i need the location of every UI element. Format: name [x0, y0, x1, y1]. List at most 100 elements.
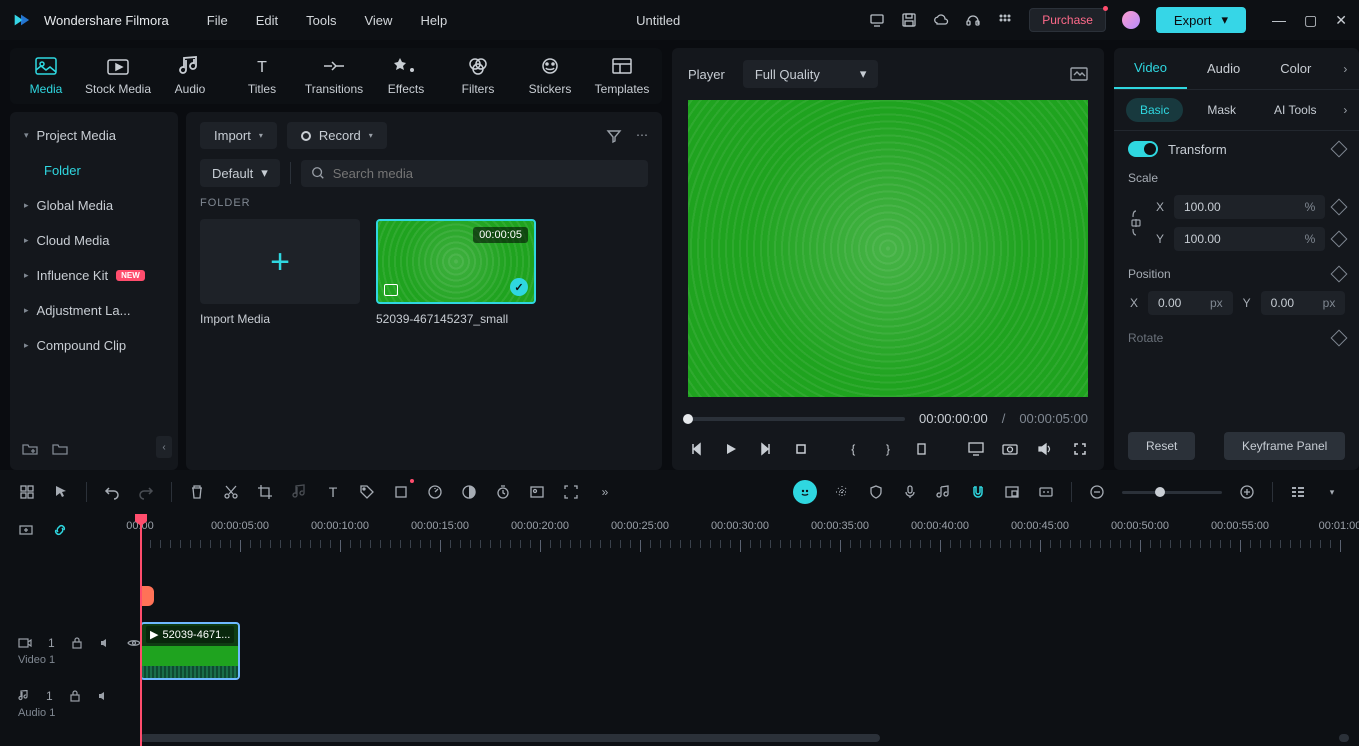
tab-titles[interactable]: TTitles: [226, 56, 298, 104]
export-button[interactable]: Export▾: [1156, 7, 1246, 33]
tab-transitions[interactable]: Transitions: [298, 56, 370, 104]
fullscreen-icon[interactable]: [1071, 440, 1088, 458]
sidebar-item-global-media[interactable]: ▸Global Media: [10, 188, 178, 223]
link-xy-icon[interactable]: [1128, 208, 1144, 238]
record-dropdown[interactable]: Record▾: [287, 122, 387, 149]
add-track-icon[interactable]: [18, 522, 34, 538]
play-button[interactable]: [723, 440, 740, 458]
inspector-tab-color[interactable]: Color: [1260, 49, 1331, 88]
subtab-ai-tools[interactable]: AI Tools: [1260, 98, 1330, 122]
view-mode-icon[interactable]: [1289, 483, 1307, 501]
scale-x-input[interactable]: 100.00%: [1174, 195, 1325, 219]
grid-icon[interactable]: [18, 483, 36, 501]
timeline-clip[interactable]: ▶52039-4671...: [140, 622, 240, 680]
keyframe-tool-icon[interactable]: [392, 483, 410, 501]
keyframe-panel-button[interactable]: Keyframe Panel: [1224, 432, 1345, 460]
menu-view[interactable]: View: [364, 13, 392, 28]
sidebar-item-compound-clip[interactable]: ▸Compound Clip: [10, 328, 178, 363]
zoom-slider[interactable]: [1122, 491, 1222, 494]
crop-icon[interactable]: [256, 483, 274, 501]
transform-toggle[interactable]: [1128, 141, 1158, 157]
avatar[interactable]: [1122, 11, 1140, 29]
sidebar-item-cloud-media[interactable]: ▸Cloud Media: [10, 223, 178, 258]
filter-icon[interactable]: [606, 128, 622, 144]
lock-icon[interactable]: [71, 637, 83, 649]
position-x-input[interactable]: 0.00px: [1148, 291, 1233, 315]
caption-icon[interactable]: [1037, 483, 1055, 501]
device-icon[interactable]: [869, 12, 885, 28]
redo-icon[interactable]: [137, 483, 155, 501]
more-tools-icon[interactable]: »: [596, 483, 614, 501]
minimize-button[interactable]: —: [1272, 12, 1286, 29]
keyframe-icon[interactable]: [1331, 199, 1348, 216]
next-frame-button[interactable]: [757, 440, 774, 458]
zoom-out-icon[interactable]: [1088, 483, 1106, 501]
mark-in-button[interactable]: {: [845, 440, 862, 458]
subtab-basic[interactable]: Basic: [1126, 98, 1183, 122]
sidebar-item-folder[interactable]: Folder: [10, 153, 178, 188]
focus-icon[interactable]: [562, 483, 580, 501]
seek-slider[interactable]: [688, 417, 905, 421]
prev-frame-button[interactable]: [688, 440, 705, 458]
position-y-input[interactable]: 0.00px: [1261, 291, 1346, 315]
tab-effects[interactable]: Effects: [370, 56, 442, 104]
tab-audio[interactable]: Audio: [154, 56, 226, 104]
keyframe-icon[interactable]: [1331, 231, 1348, 248]
snapshot-icon[interactable]: [1070, 66, 1088, 82]
audio-track-icon[interactable]: [935, 483, 953, 501]
subtab-more-icon[interactable]: ›: [1343, 103, 1347, 117]
display-icon[interactable]: [967, 440, 984, 458]
tab-stickers[interactable]: Stickers: [514, 56, 586, 104]
subtab-mask[interactable]: Mask: [1193, 98, 1250, 122]
ai-assistant-icon[interactable]: [793, 480, 817, 504]
keyframe-icon[interactable]: [1331, 141, 1348, 158]
lock-icon[interactable]: [69, 690, 81, 702]
tag-icon[interactable]: [358, 483, 376, 501]
magnet-icon[interactable]: [969, 483, 987, 501]
inspector-tab-audio[interactable]: Audio: [1187, 49, 1260, 88]
tab-templates[interactable]: Templates: [586, 56, 658, 104]
marker-dropdown[interactable]: [914, 440, 931, 458]
keyframe-icon[interactable]: [1331, 330, 1348, 347]
more-icon[interactable]: ⋯: [636, 128, 648, 144]
sidebar-item-project-media[interactable]: ▾Project Media: [10, 118, 178, 153]
reset-button[interactable]: Reset: [1128, 432, 1195, 460]
menu-help[interactable]: Help: [420, 13, 447, 28]
timer-icon[interactable]: [494, 483, 512, 501]
timeline-scrollbar[interactable]: [140, 734, 1349, 744]
apps-icon[interactable]: [997, 12, 1013, 28]
scale-y-input[interactable]: 100.00%: [1174, 227, 1325, 251]
import-media-tile[interactable]: + Import Media: [200, 219, 360, 326]
search-input[interactable]: [333, 166, 638, 181]
purchase-button[interactable]: Purchase: [1029, 8, 1106, 32]
cut-icon[interactable]: [222, 483, 240, 501]
menu-file[interactable]: File: [207, 13, 228, 28]
trim-handle[interactable]: [140, 586, 154, 606]
inspector-tab-video[interactable]: Video: [1114, 48, 1187, 89]
keyframe-icon[interactable]: [1331, 266, 1348, 283]
save-icon[interactable]: [901, 12, 917, 28]
speed-icon[interactable]: [426, 483, 444, 501]
volume-icon[interactable]: [1037, 440, 1054, 458]
playhead[interactable]: [140, 514, 142, 746]
tab-media[interactable]: Media: [10, 56, 82, 104]
quality-dropdown[interactable]: Full Quality▾: [743, 60, 879, 88]
cloud-icon[interactable]: [933, 12, 949, 28]
sidebar-item-influence-kit[interactable]: ▸Influence KitNEW: [10, 258, 178, 293]
seek-handle[interactable]: [683, 414, 693, 424]
music-icon[interactable]: [290, 483, 308, 501]
inspector-more-icon[interactable]: ›: [1331, 62, 1359, 76]
delete-icon[interactable]: [188, 483, 206, 501]
maximize-button[interactable]: ▢: [1304, 12, 1317, 29]
preview-canvas[interactable]: [688, 100, 1088, 397]
green-screen-icon[interactable]: [528, 483, 546, 501]
mic-icon[interactable]: [901, 483, 919, 501]
close-button[interactable]: ✕: [1335, 12, 1347, 29]
text-icon[interactable]: T: [324, 483, 342, 501]
sidebar-item-adjustment-layer[interactable]: ▸Adjustment La...: [10, 293, 178, 328]
zoom-in-icon[interactable]: [1238, 483, 1256, 501]
view-mode-dropdown-icon[interactable]: ▾: [1323, 483, 1341, 501]
headphones-icon[interactable]: [965, 12, 981, 28]
mute-icon[interactable]: [99, 637, 111, 649]
cursor-icon[interactable]: [52, 483, 70, 501]
